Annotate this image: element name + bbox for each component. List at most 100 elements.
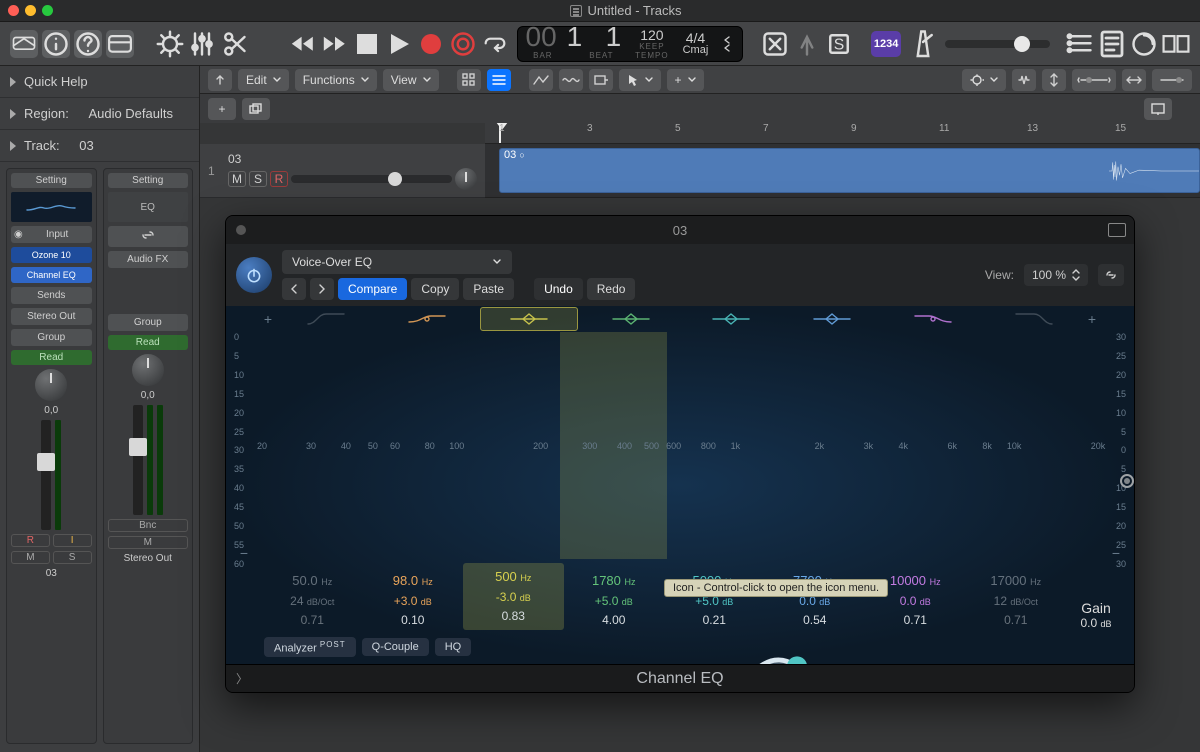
lcd-display[interactable]: 001 1 BAR BEAT 120KEEPTEMPO 4/4Cmaj: [517, 26, 744, 62]
add-track-button[interactable]: +: [208, 98, 236, 120]
automation-read[interactable]: Read: [11, 350, 92, 365]
pan-knob[interactable]: [132, 354, 164, 386]
band-lpf-icon[interactable]: [985, 307, 1082, 331]
redo-button[interactable]: Redo: [587, 278, 636, 300]
zoom-minus-right-icon[interactable]: −: [1110, 547, 1122, 559]
track-lane[interactable]: 03 ○: [485, 144, 1200, 198]
notepad-icon[interactable]: [1098, 30, 1126, 58]
zoom-plus-left-icon[interactable]: +: [262, 313, 274, 325]
band-column[interactable]: 50.0 Hz24 dB/Oct0.71: [262, 571, 363, 630]
band-hpf-icon[interactable]: [278, 307, 375, 331]
solo-button[interactable]: S: [53, 551, 92, 564]
master-volume-slider[interactable]: [945, 40, 1050, 48]
vert-auto-zoom-icon[interactable]: [1042, 69, 1066, 91]
group-slot[interactable]: Group: [108, 314, 189, 331]
help-button[interactable]: [74, 30, 102, 58]
duplicate-track-button[interactable]: [242, 98, 270, 120]
library-button[interactable]: [10, 30, 38, 58]
zoom-plus-right-icon[interactable]: +: [1086, 313, 1098, 325]
insert-slot-2[interactable]: Channel EQ: [11, 267, 92, 283]
grid-icon[interactable]: [457, 69, 481, 91]
output-gain-handle[interactable]: [1120, 474, 1134, 488]
next-preset-button[interactable]: [310, 278, 334, 300]
import-icon[interactable]: [1144, 98, 1172, 120]
mute-button[interactable]: M: [228, 171, 246, 187]
scissors-icon[interactable]: [220, 30, 248, 58]
zoom-minus-left-icon[interactable]: −: [238, 547, 250, 559]
functions-menu[interactable]: Functions: [295, 69, 377, 91]
play-button[interactable]: [385, 30, 413, 58]
rewind-button[interactable]: [289, 30, 317, 58]
setting-button[interactable]: Setting: [11, 173, 92, 188]
flex-icon[interactable]: [559, 69, 583, 91]
horiz-zoom-icon[interactable]: [1072, 69, 1116, 91]
region-row[interactable]: Region: Audio Defaults: [0, 98, 199, 130]
sends-slot[interactable]: Sends: [11, 287, 92, 304]
copy-button[interactable]: Copy: [411, 278, 459, 300]
bounce-button[interactable]: Bnc: [108, 519, 189, 532]
eq-thumbnail[interactable]: EQ: [108, 192, 189, 222]
view-menu[interactable]: View: [383, 69, 439, 91]
replace-mode-icon[interactable]: [761, 30, 789, 58]
record-capture-icon[interactable]: [449, 30, 477, 58]
setting-button[interactable]: Setting: [108, 173, 189, 188]
cycle-button[interactable]: [481, 30, 509, 58]
track-header[interactable]: 1 03 M S R: [200, 144, 485, 198]
rec-button[interactable]: R: [270, 171, 288, 187]
plugin-power-button[interactable]: [236, 257, 272, 293]
band-peak1-icon[interactable]: [480, 307, 579, 331]
plugin-titlebar[interactable]: 03: [226, 216, 1134, 244]
pan-knob[interactable]: [35, 369, 67, 401]
pointer-tool[interactable]: [619, 69, 661, 91]
paste-button[interactable]: Paste: [463, 278, 514, 300]
vert-zoom-icon[interactable]: [1152, 69, 1192, 91]
band-lowshelf-icon[interactable]: [379, 307, 476, 331]
automation-read[interactable]: Read: [108, 335, 189, 350]
loops-icon[interactable]: [1130, 30, 1158, 58]
count-in-chip[interactable]: 1234: [871, 31, 901, 57]
volume-slider[interactable]: [291, 175, 452, 183]
plugin-snapshot-icon[interactable]: [1108, 223, 1126, 237]
back-arrow-icon[interactable]: [208, 69, 232, 91]
spread-icon[interactable]: [1122, 69, 1146, 91]
record-button[interactable]: [417, 30, 445, 58]
view-zoom[interactable]: 100 %: [1024, 264, 1088, 286]
wave-zoom-icon[interactable]: [1012, 69, 1036, 91]
minimize-window-icon[interactable]: [25, 5, 36, 16]
track-row[interactable]: Track: 03: [0, 130, 199, 162]
eq-graph[interactable]: 051015202530354045505560 302520151050510…: [234, 332, 1126, 559]
solo-button[interactable]: S: [249, 171, 267, 187]
display-mode-icon[interactable]: [156, 30, 184, 58]
input-slot[interactable]: ◉Input: [11, 226, 92, 243]
mixer-sliders-icon[interactable]: [188, 30, 216, 58]
close-window-icon[interactable]: [8, 5, 19, 16]
tuner-icon[interactable]: [793, 30, 821, 58]
quick-help-row[interactable]: Quick Help: [0, 66, 199, 98]
pan-knob[interactable]: [455, 168, 477, 190]
compare-button[interactable]: Compare: [338, 278, 407, 300]
metronome-icon[interactable]: [909, 30, 937, 58]
band-highshelf-icon[interactable]: [885, 307, 982, 331]
browser-icon[interactable]: [1162, 30, 1190, 58]
audio-region[interactable]: 03 ○: [499, 148, 1200, 193]
link-button[interactable]: [1098, 264, 1124, 286]
eq-thumbnail[interactable]: [11, 192, 92, 222]
zoom-window-icon[interactable]: [42, 5, 53, 16]
insert-slot-1[interactable]: Ozone 10: [11, 247, 92, 263]
forward-button[interactable]: [321, 30, 349, 58]
automation-icon[interactable]: [529, 69, 553, 91]
trackheader-config-icon[interactable]: [487, 69, 511, 91]
prev-preset-button[interactable]: [282, 278, 306, 300]
stop-button[interactable]: [353, 30, 381, 58]
disclosure-icon[interactable]: 〉: [236, 670, 248, 687]
mute-button[interactable]: M: [11, 551, 50, 564]
edit-menu[interactable]: Edit: [238, 69, 289, 91]
group-slot[interactable]: Group: [11, 329, 92, 346]
fader[interactable]: [108, 405, 189, 515]
fader[interactable]: [11, 420, 92, 530]
rec-enable[interactable]: R: [11, 534, 50, 547]
inspector-button[interactable]: [42, 30, 70, 58]
band-column[interactable]: 17000 Hz12 dB/Oct0.71: [966, 571, 1067, 630]
alt-tool[interactable]: +: [667, 69, 704, 91]
audiofx-slot[interactable]: Audio FX: [108, 251, 189, 268]
